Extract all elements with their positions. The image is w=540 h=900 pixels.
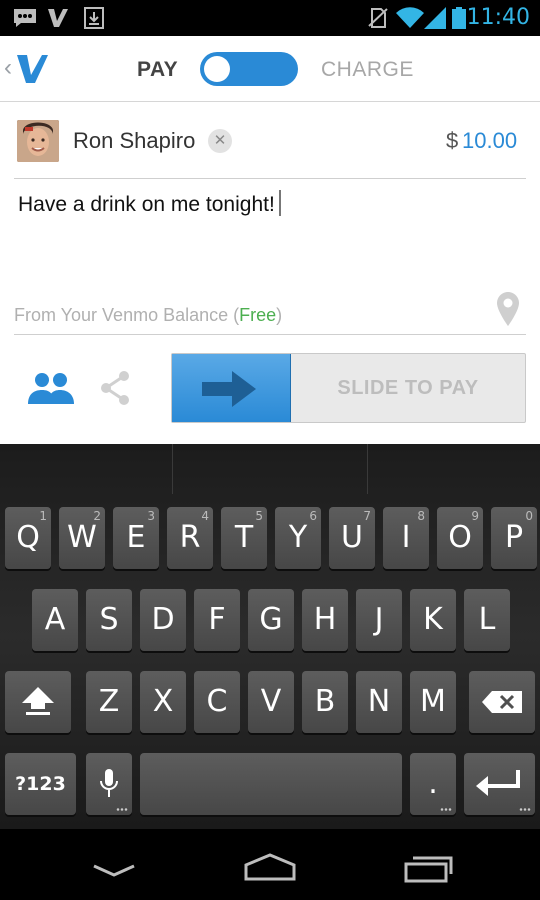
no-sim-icon bbox=[368, 8, 388, 28]
back-chevron-icon[interactable]: ‹ bbox=[4, 54, 12, 82]
remove-recipient-button[interactable]: ✕ bbox=[208, 129, 232, 153]
pay-charge-toggle[interactable] bbox=[200, 52, 298, 86]
amount-field[interactable]: 10.00 bbox=[462, 128, 517, 154]
key-r[interactable]: R4 bbox=[167, 507, 213, 569]
recent-apps-icon[interactable] bbox=[404, 855, 454, 883]
pay-label[interactable]: PAY bbox=[137, 58, 178, 82]
venmo-notification-icon bbox=[48, 9, 68, 27]
funding-source[interactable]: From Your Venmo Balance (Free) bbox=[14, 305, 282, 326]
key-w[interactable]: W2 bbox=[59, 507, 105, 569]
divider bbox=[14, 334, 526, 335]
key-l[interactable]: L bbox=[464, 589, 510, 651]
enter-key[interactable] bbox=[464, 753, 535, 815]
space-key[interactable] bbox=[140, 753, 402, 815]
key-x[interactable]: X bbox=[140, 671, 186, 733]
avatar-photo bbox=[17, 120, 59, 162]
shift-icon bbox=[22, 687, 54, 715]
battery-icon bbox=[452, 7, 466, 29]
key-v[interactable]: V bbox=[248, 671, 294, 733]
key-c[interactable]: C bbox=[194, 671, 240, 733]
payment-form: Ron Shapiro ✕ $ 10.00 Have a drink on me… bbox=[0, 102, 540, 444]
toggle-knob[interactable] bbox=[204, 56, 230, 82]
shift-key[interactable] bbox=[5, 671, 71, 733]
key-f[interactable]: F bbox=[194, 589, 240, 651]
wifi-icon bbox=[396, 7, 424, 29]
suggestion-divider bbox=[367, 444, 368, 494]
status-bar: 11:40 bbox=[0, 0, 540, 36]
period-key[interactable]: . bbox=[410, 753, 456, 815]
funding-free: Free bbox=[239, 305, 277, 325]
arrow-right-icon bbox=[202, 371, 256, 407]
key-h[interactable]: H bbox=[302, 589, 348, 651]
navigation-bar bbox=[0, 829, 540, 900]
key-q[interactable]: Q1 bbox=[5, 507, 51, 569]
key-j[interactable]: J bbox=[356, 589, 402, 651]
suggestion-divider bbox=[172, 444, 173, 494]
avatar bbox=[17, 120, 59, 162]
more-indicator bbox=[519, 808, 531, 811]
signal-icon bbox=[424, 7, 446, 29]
slide-handle[interactable] bbox=[172, 354, 291, 422]
symbols-key[interactable]: ?123 bbox=[5, 753, 76, 815]
microphone-icon bbox=[100, 769, 118, 797]
location-pin-icon[interactable] bbox=[497, 292, 519, 326]
slide-to-pay-label: SLIDE TO PAY bbox=[337, 377, 479, 399]
more-indicator bbox=[440, 808, 452, 811]
key-y[interactable]: Y6 bbox=[275, 507, 321, 569]
divider bbox=[14, 178, 526, 179]
venmo-logo[interactable] bbox=[14, 50, 50, 86]
funding-suffix: ) bbox=[276, 305, 283, 325]
keyboard: Q1 W2 E3 R4 T5 Y6 U7 I8 O9 P0 A S D F G … bbox=[0, 444, 540, 829]
key-e[interactable]: E3 bbox=[113, 507, 159, 569]
key-k[interactable]: K bbox=[410, 589, 456, 651]
key-t[interactable]: T5 bbox=[221, 507, 267, 569]
key-i[interactable]: I8 bbox=[383, 507, 429, 569]
charge-label[interactable]: CHARGE bbox=[321, 58, 414, 82]
note-input[interactable]: Have a drink on me tonight! bbox=[18, 190, 281, 217]
voice-input-key[interactable] bbox=[86, 753, 132, 815]
funding-prefix: From Your Venmo Balance ( bbox=[14, 305, 240, 325]
key-z[interactable]: Z bbox=[86, 671, 132, 733]
key-o[interactable]: O9 bbox=[437, 507, 483, 569]
key-b[interactable]: B bbox=[302, 671, 348, 733]
key-s[interactable]: S bbox=[86, 589, 132, 651]
audience-friends-icon[interactable] bbox=[28, 372, 74, 404]
key-a[interactable]: A bbox=[32, 589, 78, 651]
download-icon bbox=[84, 7, 104, 29]
key-d[interactable]: D bbox=[140, 589, 186, 651]
hide-keyboard-icon[interactable] bbox=[92, 864, 136, 878]
key-n[interactable]: N bbox=[356, 671, 402, 733]
currency-symbol: $ bbox=[446, 128, 459, 153]
home-icon[interactable] bbox=[244, 853, 296, 881]
key-p[interactable]: P0 bbox=[491, 507, 537, 569]
talk-icon bbox=[14, 9, 36, 27]
header: ‹ PAY CHARGE bbox=[0, 36, 540, 102]
close-icon: ✕ bbox=[213, 132, 227, 149]
recipient-name[interactable]: Ron Shapiro bbox=[73, 128, 195, 154]
backspace-key[interactable] bbox=[469, 671, 535, 733]
key-u[interactable]: U7 bbox=[329, 507, 375, 569]
clock: 11:40 bbox=[466, 5, 530, 30]
note-text: Have a drink on me tonight! bbox=[18, 193, 275, 216]
key-m[interactable]: M bbox=[410, 671, 456, 733]
key-g[interactable]: G bbox=[248, 589, 294, 651]
more-indicator bbox=[116, 808, 128, 811]
share-icon[interactable] bbox=[99, 370, 131, 406]
backspace-icon bbox=[482, 691, 522, 713]
slide-to-pay[interactable]: SLIDE TO PAY bbox=[171, 353, 526, 423]
text-cursor bbox=[278, 190, 281, 216]
enter-icon bbox=[476, 770, 520, 796]
